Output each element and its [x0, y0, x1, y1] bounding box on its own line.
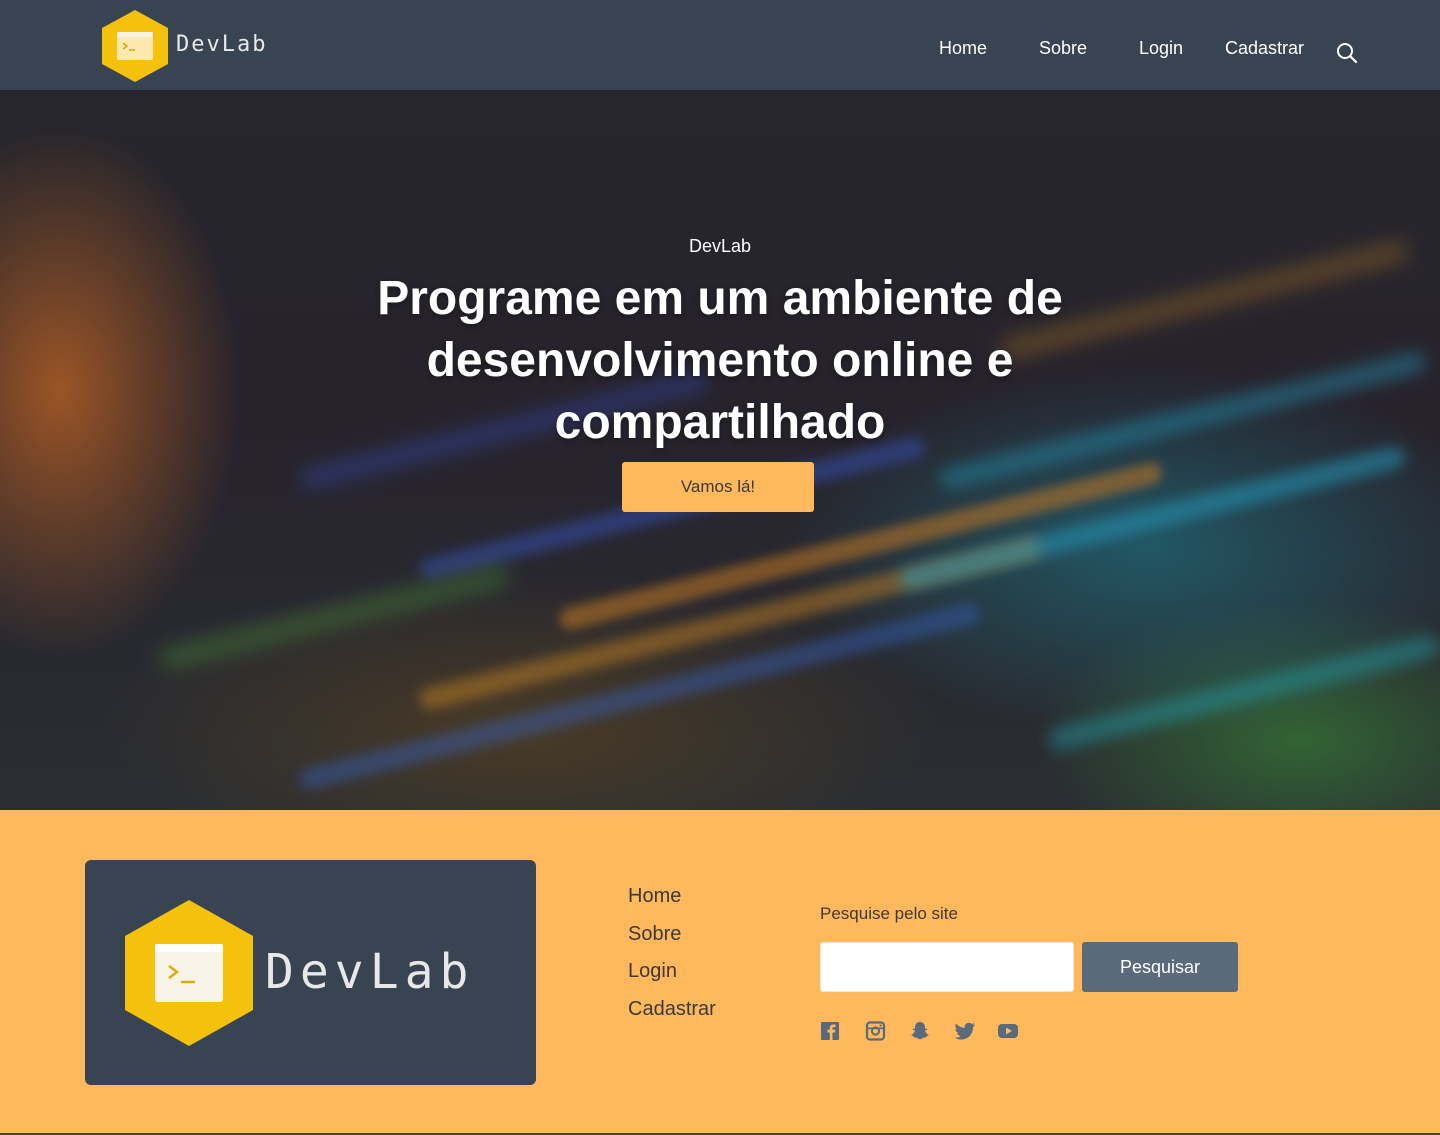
youtube-icon[interactable]: [997, 1020, 1019, 1042]
footer-search-label: Pesquise pelo site: [820, 904, 958, 923]
nav-home[interactable]: Home: [939, 38, 987, 59]
hero-cta-button[interactable]: Vamos lá!: [622, 462, 814, 512]
footer-link-login[interactable]: Login: [628, 959, 716, 997]
footer-search-button[interactable]: Pesquisar: [1082, 942, 1238, 992]
hero-eyebrow: DevLab: [688, 236, 752, 256]
hero-title: Programe em um ambiente de desenvolvimen…: [377, 272, 1063, 449]
nav-sobre[interactable]: Sobre: [1039, 38, 1087, 59]
footer-search-input[interactable]: [820, 942, 1074, 992]
nav-login[interactable]: Login: [1139, 38, 1183, 59]
twitter-icon[interactable]: [954, 1020, 976, 1042]
snapchat-icon[interactable]: [909, 1020, 931, 1042]
facebook-icon[interactable]: [820, 1020, 842, 1042]
footer-logo-card: DevLab: [85, 860, 536, 1085]
top-navbar: DevLab Home Sobre Login Cadastrar: [0, 0, 1440, 90]
footer-link-sobre[interactable]: Sobre: [628, 922, 716, 960]
nav-cadastrar[interactable]: Cadastrar: [1225, 38, 1304, 59]
footer-link-home[interactable]: Home: [628, 884, 716, 922]
main-nav: Home Sobre Login Cadastrar: [0, 38, 1440, 64]
footer-brand-name: DevLab: [265, 944, 475, 1000]
search-icon[interactable]: [1336, 42, 1358, 64]
footer-nav: Home Sobre Login Cadastrar: [628, 884, 716, 1034]
footer-link-cadastrar[interactable]: Cadastrar: [628, 997, 716, 1035]
hero-section: DevLab Programe em um ambiente de desenv…: [0, 90, 1440, 810]
instagram-icon[interactable]: [865, 1020, 887, 1042]
devlab-logo-icon: [125, 900, 253, 1046]
site-footer: DevLab Home Sobre Login Cadastrar Pesqui…: [0, 810, 1440, 1135]
